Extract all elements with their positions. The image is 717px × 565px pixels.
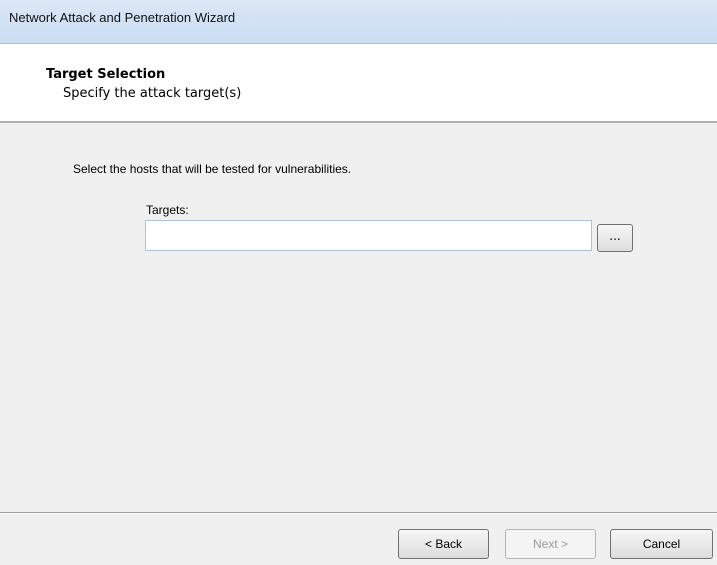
page-title: Target Selection [46, 67, 166, 82]
footer-divider [0, 512, 717, 514]
instruction-text: Select the hosts that will be tested for… [73, 162, 352, 176]
targets-label: Targets: [146, 203, 189, 217]
wizard-header: Target Selection Specify the attack targ… [0, 44, 717, 123]
browse-targets-button[interactable]: ... [597, 224, 633, 252]
targets-input[interactable] [145, 220, 592, 251]
next-button[interactable]: Next > [505, 529, 596, 559]
page-subtitle: Specify the attack target(s) [63, 86, 242, 101]
window-titlebar: Network Attack and Penetration Wizard [0, 0, 717, 44]
cancel-button[interactable]: Cancel [610, 529, 713, 559]
back-button[interactable]: < Back [398, 529, 489, 559]
window-title: Network Attack and Penetration Wizard [9, 10, 236, 25]
